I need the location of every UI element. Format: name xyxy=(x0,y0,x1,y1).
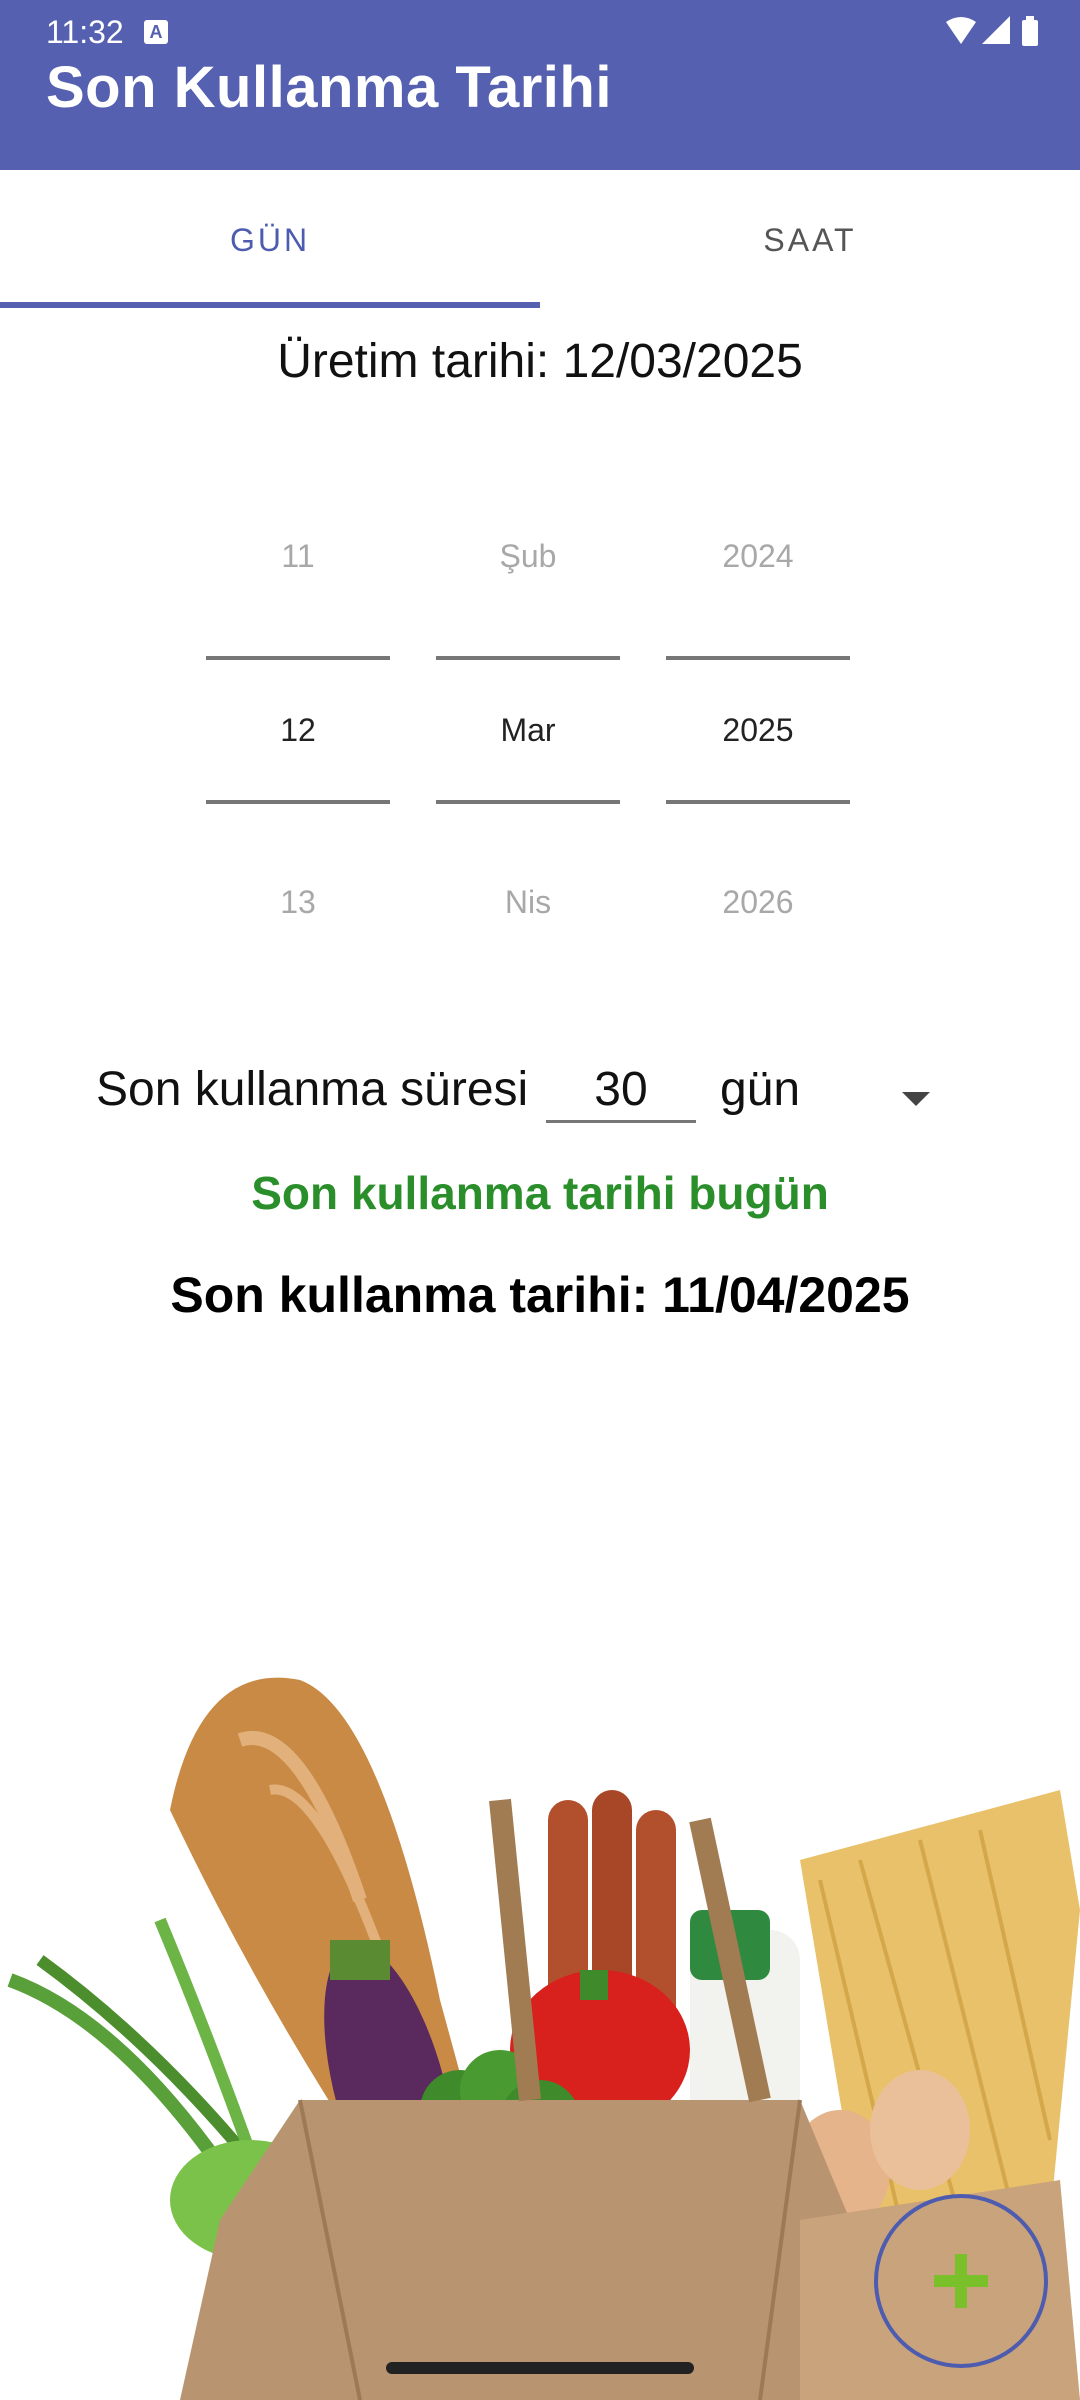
picker-divider xyxy=(206,800,390,804)
day-prev[interactable]: 11 xyxy=(206,538,390,575)
month-picker[interactable]: Şub Mar Nis xyxy=(436,500,620,940)
app-title: Son Kullanma Tarihi xyxy=(46,55,612,120)
unit-selected-value: gün xyxy=(720,1063,801,1116)
month-prev[interactable]: Şub xyxy=(436,538,620,575)
tab-indicator xyxy=(0,302,540,308)
day-picker[interactable]: 11 12 13 xyxy=(206,500,390,940)
app-bar: 11:32 A Son Kullanma Tarihi xyxy=(0,0,1080,170)
picker-divider xyxy=(436,656,620,660)
status-icons xyxy=(944,14,1040,48)
notification-icon: A xyxy=(144,20,168,44)
day-current[interactable]: 12 xyxy=(206,712,390,749)
picker-divider xyxy=(666,800,850,804)
duration-input[interactable] xyxy=(546,1058,696,1123)
picker-divider xyxy=(436,800,620,804)
wifi-icon xyxy=(946,17,976,44)
add-fab-button[interactable] xyxy=(874,2194,1048,2368)
duration-label: Son kullanma süresi xyxy=(96,1063,529,1116)
dropdown-arrow-icon xyxy=(902,1092,930,1106)
month-next[interactable]: Nis xyxy=(436,884,620,921)
tab-bar: GÜN SAAT xyxy=(0,170,1080,310)
status-time: 11:32 xyxy=(46,14,124,50)
unit-dropdown[interactable]: gün xyxy=(718,1056,948,1128)
picker-divider xyxy=(666,656,850,660)
year-current[interactable]: 2025 xyxy=(666,712,850,749)
tab-saat[interactable]: SAAT xyxy=(540,170,1080,310)
plus-icon xyxy=(934,2254,988,2308)
gesture-nav-handle[interactable] xyxy=(386,2362,694,2374)
battery-icon xyxy=(1022,16,1038,46)
production-date-label: Üretim tarihi: 12/03/2025 xyxy=(277,335,803,388)
year-prev[interactable]: 2024 xyxy=(666,538,850,575)
year-picker[interactable]: 2024 2025 2026 xyxy=(666,500,850,940)
duration-row: Son kullanma süresi gün xyxy=(0,1052,1080,1132)
day-next[interactable]: 13 xyxy=(206,884,390,921)
month-current[interactable]: Mar xyxy=(436,712,620,749)
expiry-date-label: Son kullanma tarihi: 11/04/2025 xyxy=(170,1267,910,1323)
expiry-status-message: Son kullanma tarihi bugün xyxy=(251,1167,829,1219)
tab-gun[interactable]: GÜN xyxy=(0,170,540,310)
year-next[interactable]: 2026 xyxy=(666,884,850,921)
picker-divider xyxy=(206,656,390,660)
signal-icon xyxy=(982,16,1010,44)
